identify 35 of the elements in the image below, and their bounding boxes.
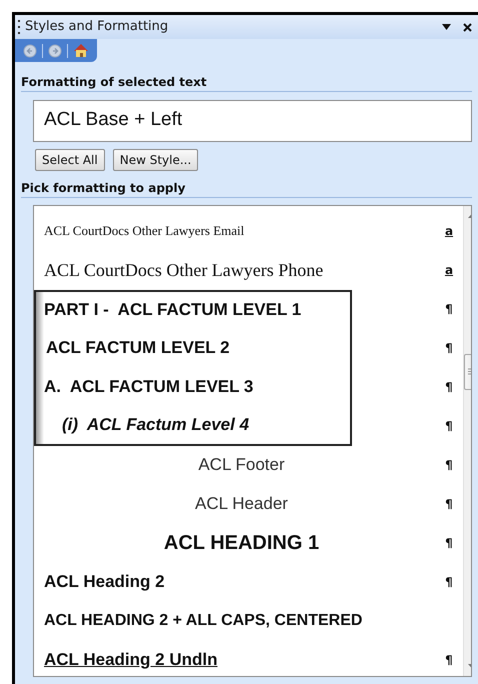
style-name[interactable]: ACL Footer	[34, 446, 439, 484]
pane-title: Styles and Formatting	[25, 18, 170, 36]
section-heading: Formatting of selected text	[21, 74, 207, 88]
style-name[interactable]: A. ACL FACTUM LEVEL 3	[34, 368, 352, 406]
style-name[interactable]: ACL CourtDocs Other Lawyers Email	[34, 212, 439, 250]
panel-button[interactable]: New Style...	[112, 148, 198, 170]
style-name[interactable]: ACL Heading 2	[34, 562, 439, 602]
close-icon[interactable]	[463, 22, 472, 32]
section-heading: Pick formatting to apply	[21, 180, 186, 194]
style-name[interactable]: (i) ACL Factum Level 4	[34, 406, 352, 446]
style-name[interactable]: ACL CourtDocs Other Lawyers Phone	[34, 250, 439, 290]
style-type-mark: a	[444, 262, 454, 279]
style-type-mark: ¶	[444, 496, 454, 513]
style-type-mark: ¶	[444, 418, 454, 435]
back-icon[interactable]	[23, 44, 37, 58]
style-type-mark: ¶	[444, 652, 454, 669]
panel-button[interactable]: Select All	[35, 148, 105, 170]
style-type-mark: ¶	[444, 340, 454, 357]
style-type-mark: a	[444, 223, 454, 240]
selected-style-field[interactable]: ACL Base + Left	[33, 100, 472, 142]
style-name[interactable]: ACL HEADING 2 + ALL CAPS, CENTERED	[34, 602, 439, 640]
dropdown-icon[interactable]	[442, 24, 451, 30]
forward-icon[interactable]	[48, 44, 62, 58]
style-name[interactable]: PART I - ACL FACTUM LEVEL 1	[34, 290, 352, 328]
style-name[interactable]: ACL Header	[34, 484, 439, 524]
style-name[interactable]: ACL Heading 2 Undln	[34, 640, 439, 676]
style-type-mark: ¶	[444, 535, 454, 552]
style-type-mark: ¶	[444, 379, 454, 396]
style-type-mark: ¶	[444, 574, 454, 591]
style-type-mark: ¶	[444, 301, 454, 318]
style-name[interactable]: ACL HEADING 1	[34, 524, 439, 562]
style-type-mark: ¶	[444, 457, 454, 474]
home-icon[interactable]	[73, 43, 89, 58]
style-name[interactable]: ACL FACTUM LEVEL 2	[34, 328, 352, 368]
grip-drawing[interactable]	[18, 20, 21, 34]
